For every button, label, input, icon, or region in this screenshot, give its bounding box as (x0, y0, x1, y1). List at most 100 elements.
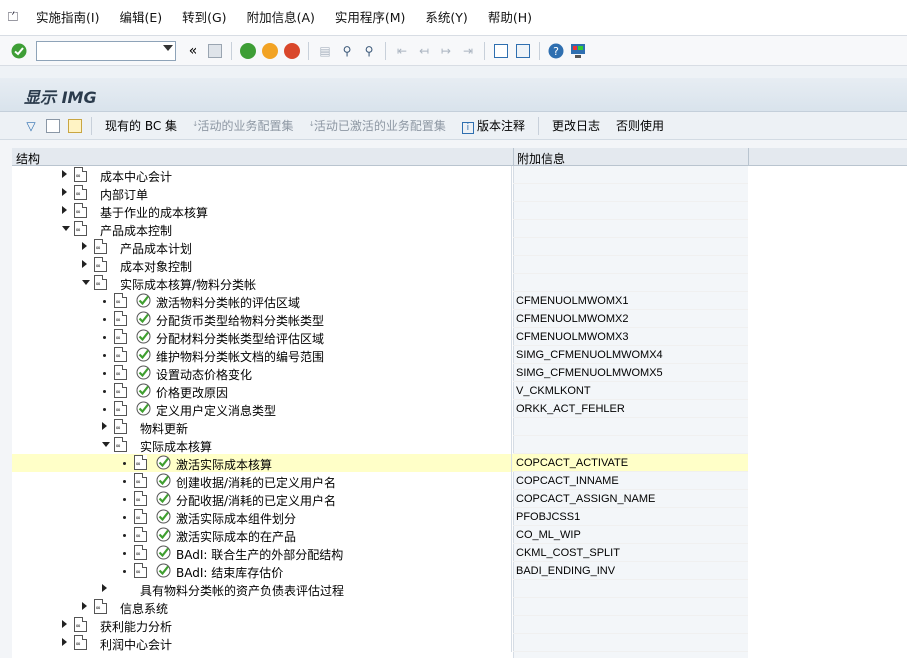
documentation-icon[interactable]: ∞ (114, 329, 127, 344)
documentation-icon[interactable]: ∞ (114, 293, 127, 308)
documentation-icon[interactable]: ∞ (74, 167, 87, 182)
tree-node-label[interactable]: 信息系统 (120, 600, 168, 617)
collapsed-node-icon[interactable] (102, 584, 107, 592)
execute-activity-icon[interactable] (156, 473, 171, 488)
first-page-icon[interactable]: ⇤ (393, 42, 411, 60)
expanded-node-icon[interactable] (62, 226, 70, 231)
documentation-icon[interactable]: ∞ (74, 617, 87, 632)
documentation-icon[interactable]: ∞ (94, 257, 107, 272)
documentation-icon[interactable]: ∞ (134, 455, 147, 470)
menu-item-edit[interactable]: 编辑(E) (109, 0, 172, 36)
save-icon[interactable] (206, 42, 224, 60)
tree-row[interactable]: ∞ 价格更改原因 V_CKMLKONT (12, 382, 748, 400)
tree-node-label[interactable]: 实际成本核算/物料分类帐 (120, 276, 256, 293)
tree-row[interactable]: ∞ 激活实际成本的在产品 CO_ML_WIP (12, 526, 748, 544)
tree-node-label[interactable]: 激活实际成本的在产品 (176, 528, 296, 545)
tree-row[interactable]: ∞ 激活物料分类帐的评估区域 CFMENUOLMWOMX1 (12, 292, 748, 310)
tree-row[interactable]: ∞ 实际成本核算/物料分类帐 (12, 274, 748, 292)
execute-activity-icon[interactable] (156, 545, 171, 560)
tree-row[interactable]: ∞ 分配收据/消耗的已定义用户名 COPCACT_ASSIGN_NAME (12, 490, 748, 508)
execute-activity-icon[interactable] (136, 365, 151, 380)
tree-row[interactable]: ∞ BAdI: 结束库存估价 BADI_ENDING_INV (12, 562, 748, 580)
execute-activity-icon[interactable] (136, 293, 151, 308)
documentation-icon[interactable]: ∞ (114, 383, 127, 398)
tree-row[interactable]: ∞ 物料更新 (12, 418, 748, 436)
execute-activity-icon[interactable] (156, 527, 171, 542)
active-bc-sets-button[interactable]: ꜜ活动的业务配置集 (185, 117, 301, 134)
collapsed-node-icon[interactable] (82, 260, 87, 268)
tree-row[interactable]: ∞ 定义用户定义消息类型 ORKK_ACT_FEHLER (12, 400, 748, 418)
execute-activity-icon[interactable] (136, 383, 151, 398)
last-page-icon[interactable]: ⇥ (459, 42, 477, 60)
next-page-icon[interactable]: ↦ (437, 42, 455, 60)
tree-node-label[interactable]: BAdI: 联合生产的外部分配结构 (176, 546, 343, 563)
documentation-icon[interactable]: ∞ (134, 527, 147, 542)
change-log-button[interactable]: 更改日志 (544, 117, 608, 134)
menu-item-goto[interactable]: 转到(G) (172, 0, 236, 36)
tree-row[interactable]: ∞ 设置动态价格变化 SIMG_CFMENUOLMWOMX5 (12, 364, 748, 382)
tree-node-label[interactable]: 激活实际成本核算 (176, 456, 272, 473)
documentation-icon[interactable]: ∞ (114, 419, 127, 434)
column-header-info[interactable]: 附加信息 (517, 150, 565, 167)
sap-menu-icon[interactable]: ⏍ (0, 0, 26, 36)
tree-node-label[interactable]: 具有物料分类帐的资产负债表评估过程 (140, 582, 344, 599)
tree-node-label[interactable]: 产品成本计划 (120, 240, 192, 257)
tree-row[interactable]: ∞ 激活实际成本组件划分 PFOBJCSS1 (12, 508, 748, 526)
tree-node-label[interactable]: 利润中心会计 (100, 636, 172, 653)
tree-node-label[interactable]: 内部订单 (100, 186, 148, 203)
new-session-icon[interactable] (492, 42, 510, 60)
expanded-node-icon[interactable] (82, 280, 90, 285)
documentation-icon[interactable]: ∞ (94, 275, 107, 290)
customize-layout-icon[interactable] (569, 42, 587, 60)
create-shortcut-icon[interactable] (514, 42, 532, 60)
tree-row[interactable]: ∞ 激活实际成本核算 COPCACT_ACTIVATE (12, 454, 748, 472)
find-icon[interactable]: ⚲ (338, 42, 356, 60)
documentation-icon[interactable]: ∞ (114, 347, 127, 362)
tree-row[interactable]: ∞ 维护物料分类帐文档的编号范围 SIMG_CFMENUOLMWOMX4 (12, 346, 748, 364)
tree-row[interactable]: ∞ 成本中心会计 (12, 166, 748, 184)
tree-node-label[interactable]: 维护物料分类帐文档的编号范围 (156, 348, 324, 365)
release-notes-button[interactable]: i 版本注释 (454, 117, 533, 134)
execute-activity-icon[interactable] (136, 401, 151, 416)
collapsed-node-icon[interactable] (62, 638, 67, 646)
documentation-icon[interactable]: ∞ (134, 491, 147, 506)
tree-row[interactable]: 具有物料分类帐的资产负债表评估过程 (12, 580, 748, 598)
print-icon[interactable]: ▤ (316, 42, 334, 60)
execute-activity-icon[interactable] (136, 347, 151, 362)
tree-node-label[interactable]: 成本中心会计 (100, 168, 172, 185)
collapsed-node-icon[interactable] (102, 422, 107, 430)
execute-activity-icon[interactable] (136, 329, 151, 344)
documentation-icon[interactable]: ∞ (134, 563, 147, 578)
documentation-icon[interactable]: ∞ (74, 203, 87, 218)
enter-check-icon[interactable] (10, 42, 28, 60)
tree-node-label[interactable]: 分配收据/消耗的已定义用户名 (176, 492, 336, 509)
menu-item-system[interactable]: 系统(Y) (415, 0, 477, 36)
help-icon[interactable]: ? (547, 42, 565, 60)
documentation-icon[interactable]: ∞ (74, 221, 87, 236)
menu-item-help[interactable]: 帮助(H) (478, 0, 542, 36)
tree-node-label[interactable]: 物料更新 (140, 420, 188, 437)
else-use-button[interactable]: 否则使用 (608, 117, 672, 134)
column-divider[interactable] (748, 148, 749, 166)
tree-node-label[interactable]: 产品成本控制 (100, 222, 172, 239)
tree-node-label[interactable]: 设置动态价格变化 (156, 366, 252, 383)
tree-row[interactable]: ∞ 基于作业的成本核算 (12, 202, 748, 220)
collapse-subtree-icon[interactable] (44, 117, 62, 135)
find-next-icon[interactable]: ⚲ (360, 42, 378, 60)
execute-activity-icon[interactable] (156, 509, 171, 524)
activated-bc-sets-button[interactable]: ꜜ活动已激活的业务配置集 (301, 117, 453, 134)
collapsed-node-icon[interactable] (62, 170, 67, 178)
collapsed-node-icon[interactable] (62, 206, 67, 214)
tree-node-label[interactable]: 实际成本核算 (140, 438, 212, 455)
chevron-down-icon[interactable] (163, 44, 173, 51)
tree-node-label[interactable]: 基于作业的成本核算 (100, 204, 208, 221)
documentation-icon[interactable]: ∞ (114, 401, 127, 416)
menu-item-utilities[interactable]: 实用程序(M) (325, 0, 416, 36)
previous-page-icon[interactable]: ↤ (415, 42, 433, 60)
execute-activity-icon[interactable] (156, 491, 171, 506)
documentation-icon[interactable]: ∞ (114, 365, 127, 380)
tree-row[interactable]: ∞ 产品成本控制 (12, 220, 748, 238)
execute-activity-icon[interactable] (136, 311, 151, 326)
exit-icon[interactable] (261, 42, 279, 60)
expand-all-icon[interactable]: ▽ (22, 117, 40, 135)
